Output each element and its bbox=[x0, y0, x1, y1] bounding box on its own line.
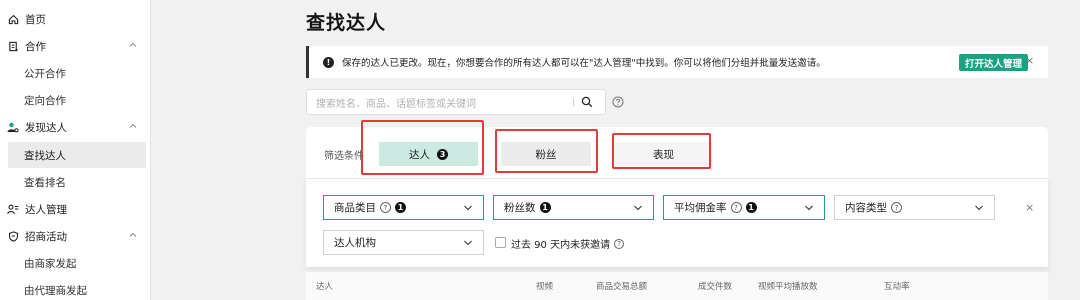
sidebar-item-campaign[interactable]: 招商活动 bbox=[0, 223, 151, 249]
tab-label: 达人 bbox=[409, 148, 430, 161]
agency-dropdown[interactable]: 达人机构 bbox=[323, 230, 484, 255]
commission-rate-dropdown[interactable]: 平均佣金率 ? 1 bbox=[663, 195, 825, 220]
sidebar: 首页 合作 公开合作 定向合作 发现达人 查找达人 查看排名 达人管理 招商活动… bbox=[0, 0, 151, 300]
tab-fans[interactable]: 粉丝 bbox=[501, 142, 591, 166]
help-icon[interactable]: ? bbox=[614, 238, 625, 249]
sidebar-item-view-ranking[interactable]: 查看排名 bbox=[0, 169, 151, 195]
sidebar-item-find-talent[interactable]: 查找达人 bbox=[8, 142, 146, 168]
filter-dropdown-panel: 商品类目 ? 1 粉丝数 1 平均佣金率 ? 1 内容类型 ? × 达人机构 过… bbox=[306, 178, 1048, 267]
count-badge: 1 bbox=[395, 202, 406, 213]
chevron-up-icon[interactable] bbox=[128, 121, 138, 131]
shield-icon bbox=[7, 230, 19, 242]
tab-talent[interactable]: 达人 3 bbox=[379, 142, 478, 166]
document-icon bbox=[7, 40, 19, 52]
divider bbox=[573, 98, 574, 106]
dropdown-label: 粉丝数 bbox=[504, 202, 536, 214]
sidebar-item-discover-talent[interactable]: 发现达人 bbox=[0, 114, 151, 140]
count-badge: 3 bbox=[437, 148, 448, 160]
content-type-dropdown[interactable]: 内容类型 ? bbox=[834, 195, 995, 220]
sidebar-item-cooperate[interactable]: 合作 bbox=[0, 33, 151, 59]
help-icon[interactable]: ? bbox=[730, 202, 742, 213]
sidebar-item-label: 查看排名 bbox=[24, 176, 66, 189]
help-icon[interactable]: ? bbox=[380, 202, 391, 213]
sidebar-item-label: 招商活动 bbox=[25, 230, 67, 243]
chevron-up-icon[interactable] bbox=[128, 40, 138, 50]
count-badge: 1 bbox=[539, 202, 551, 213]
dropdown-label: 平均佣金率 bbox=[674, 202, 727, 214]
column-header[interactable]: 视频平均播放数 bbox=[758, 280, 818, 292]
checkbox-label-text: 过去 90 天内未获邀请 bbox=[511, 240, 611, 251]
sidebar-item-merchant-initiated[interactable]: 由商家发起 bbox=[0, 250, 151, 276]
column-header[interactable]: 商品交易总额 bbox=[596, 280, 647, 292]
sidebar-item-label: 首页 bbox=[25, 13, 46, 26]
not-invited-checkbox[interactable] bbox=[495, 237, 506, 248]
sidebar-item-targeted-cooperation[interactable]: 定向合作 bbox=[0, 87, 151, 113]
close-icon[interactable]: × bbox=[1025, 201, 1034, 214]
sidebar-item-label: 发现达人 bbox=[25, 121, 67, 134]
info-icon: ! bbox=[323, 56, 334, 68]
search-input[interactable]: 搜索姓名、商品、话题标签或关键词 bbox=[306, 89, 606, 115]
sidebar-item-label: 定向合作 bbox=[24, 94, 66, 107]
sidebar-item-label: 公开合作 bbox=[24, 67, 66, 80]
discover-talent-icon bbox=[7, 121, 19, 133]
search-placeholder: 搜索姓名、商品、话题标签或关键词 bbox=[316, 98, 476, 110]
chevron-up-icon[interactable] bbox=[128, 230, 138, 240]
sidebar-item-label: 查找达人 bbox=[24, 149, 66, 162]
dropdown-label: 内容类型 bbox=[845, 202, 887, 214]
chevron-down-icon bbox=[805, 205, 813, 211]
chevron-down-icon bbox=[464, 240, 472, 246]
banner-text: 保存的达人已更改。现在，你想要合作的所有达人都可以在"达人管理"中找到。你可以将… bbox=[342, 58, 826, 69]
chevron-down-icon bbox=[634, 205, 642, 211]
open-talent-management-button[interactable]: 打开达人管理 bbox=[959, 54, 1029, 71]
dropdown-label: 商品类目 bbox=[334, 202, 376, 214]
help-icon[interactable] bbox=[612, 96, 624, 108]
fans-count-dropdown[interactable]: 粉丝数 1 bbox=[493, 195, 654, 220]
tab-label: 表现 bbox=[653, 148, 674, 161]
chevron-down-icon bbox=[975, 205, 983, 211]
sidebar-item-agency-initiated[interactable]: 由代理商发起 bbox=[0, 277, 151, 300]
column-header[interactable]: 达人 bbox=[316, 280, 333, 292]
home-icon bbox=[7, 13, 19, 25]
column-header[interactable]: 互动率 bbox=[884, 280, 910, 292]
sidebar-item-label: 合作 bbox=[25, 40, 46, 53]
sidebar-item-label: 由商家发起 bbox=[24, 257, 77, 270]
sidebar-item-label: 由代理商发起 bbox=[24, 284, 87, 297]
column-header[interactable]: 视频 bbox=[536, 280, 553, 292]
close-icon[interactable]: × bbox=[1025, 54, 1034, 67]
table-header: 达人 视频 商品交易总额 成交件数 视频平均播放数 互动率 bbox=[306, 272, 1048, 300]
sidebar-item-public-cooperation[interactable]: 公开合作 bbox=[0, 60, 151, 86]
info-banner: ! 保存的达人已更改。现在，你想要合作的所有达人都可以在"达人管理"中找到。你可… bbox=[306, 46, 1048, 78]
chevron-down-icon bbox=[464, 205, 472, 211]
count-badge: 1 bbox=[745, 202, 757, 213]
sidebar-item-home[interactable]: 首页 bbox=[0, 6, 151, 32]
tab-performance[interactable]: 表现 bbox=[615, 142, 712, 166]
sidebar-item-talent-management[interactable]: 达人管理 bbox=[0, 196, 151, 222]
column-header[interactable]: 成交件数 bbox=[698, 280, 732, 292]
category-dropdown[interactable]: 商品类目 ? 1 bbox=[323, 195, 484, 220]
search-icon[interactable] bbox=[581, 96, 593, 108]
page-title: 查找达人 bbox=[306, 12, 387, 34]
sidebar-item-label: 达人管理 bbox=[25, 203, 67, 216]
dropdown-label: 达人机构 bbox=[334, 237, 376, 249]
checkbox-label: 过去 90 天内未获邀请 ? bbox=[511, 236, 625, 251]
tab-label: 粉丝 bbox=[535, 148, 557, 161]
filter-label: 筛选条件 bbox=[324, 151, 364, 162]
people-icon bbox=[7, 203, 19, 215]
help-icon[interactable]: ? bbox=[891, 202, 902, 213]
